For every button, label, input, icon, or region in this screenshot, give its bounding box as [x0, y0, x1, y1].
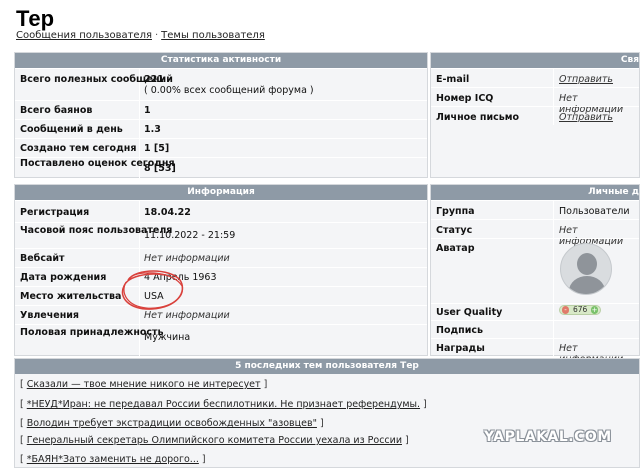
user-posts-link[interactable]: Сообщения пользователя [16, 30, 152, 41]
info-row-birthday: Дата рождения 4 Апрель 1963 [15, 267, 427, 286]
contact-label: Номер ICQ [436, 93, 494, 104]
site-watermark: YAPLAKAL.COM [484, 429, 612, 445]
recent-topics-header: 5 последних тем пользователя Тер [15, 359, 639, 374]
info-label: Увлечения [20, 310, 80, 321]
stats-row-posts: Всего полезных сообщений 221 ( 0.00% все… [15, 68, 427, 100]
stats-value: 1 [5] [144, 143, 170, 154]
contact-row-pm: Личное письмо Отправить [431, 106, 639, 125]
info-label: Вебсайт [20, 253, 65, 264]
topic-link[interactable]: Володин требует экстрадиции освобожденны… [27, 418, 317, 429]
info-row-timezone: Часовой пояс пользователя 11.10.2022 - 2… [15, 222, 427, 248]
personal-label: Статус [436, 225, 473, 236]
avatar [560, 243, 612, 295]
info-value: Нет информации [144, 253, 230, 264]
contact-header: Свя [431, 53, 639, 68]
topic-item: [ Володин требует экстрадиции освобожден… [20, 418, 324, 429]
user-links: Сообщения пользователя · Темы пользователя [16, 30, 265, 41]
info-value: USA [144, 291, 164, 302]
info-value: Нет информации [144, 310, 230, 321]
personal-label: Подпись [436, 325, 484, 336]
info-row-location: Место жительства USA [15, 286, 427, 305]
quality-plus-button[interactable]: + [591, 306, 598, 314]
stats-label: Всего баянов [20, 105, 93, 116]
link-separator: · [154, 30, 159, 41]
stats-row-bayans: Всего баянов 1 [15, 100, 427, 119]
activity-stats-header: Статистика активности [15, 53, 427, 68]
info-value: Мужчина [144, 332, 191, 343]
user-quality-meter: - 676 + [559, 305, 601, 315]
personal-label: Аватар [436, 243, 475, 254]
info-row-hobbies: Увлечения Нет информации [15, 305, 427, 324]
personal-header: Личные д [431, 185, 639, 200]
topic-item: [ *НЕУД*Иран: не передавал России беспил… [20, 399, 427, 410]
info-row-website: Вебсайт Нет информации [15, 248, 427, 267]
info-label: Регистрация [20, 207, 90, 218]
stats-value: 221 [144, 74, 164, 85]
stats-row-topics-today: Создано тем сегодня 1 [5] [15, 138, 427, 157]
stats-value-percent: ( 0.00% всех сообщений форума ) [144, 85, 314, 96]
avatar-head-icon [577, 253, 597, 275]
user-topics-link[interactable]: Темы пользователя [161, 30, 265, 41]
info-value: 4 Апрель 1963 [144, 272, 217, 283]
pm-send-link[interactable]: Отправить [559, 112, 613, 123]
personal-label: User Quality [436, 307, 503, 318]
personal-label: Группа [436, 206, 475, 217]
info-value: 18.04.22 [144, 207, 191, 218]
info-row-registration: Регистрация 18.04.22 [15, 200, 427, 222]
topic-link[interactable]: Генеральный секретарь Олимпийского комит… [27, 435, 402, 446]
info-panel: Информация Регистрация 18.04.22 Часовой … [14, 184, 428, 356]
topic-link[interactable]: Сказали — твое мнение никого не интересу… [27, 379, 261, 390]
recent-topics-panel: 5 последних тем пользователя Тер [ Сказа… [14, 358, 640, 468]
info-row-gender: Половая принадлежность Мужчина [15, 324, 427, 356]
contact-row-icq: Номер ICQ Нет информации [431, 87, 639, 115]
topic-item: [ Генеральный секретарь Олимпийского ком… [20, 435, 409, 446]
personal-value: Пользователи [559, 206, 630, 217]
contact-label: Личное письмо [436, 112, 520, 123]
info-header: Информация [15, 185, 427, 200]
contact-panel: Свя E-mail Отправить Номер ICQ Нет инфор… [430, 52, 640, 178]
personal-row-awards: Награды Нет информации [431, 338, 639, 365]
avatar-body-icon [569, 276, 605, 294]
contact-label: E-mail [436, 74, 470, 85]
stats-label: Создано тем сегодня [20, 143, 137, 154]
topic-item: [ Сказали — твое мнение никого не интере… [20, 379, 268, 390]
personal-row-signature: Подпись [431, 320, 639, 338]
personal-row-group: Группа Пользователи [431, 200, 639, 219]
info-label: Место жительства [20, 291, 122, 302]
personal-label: Награды [436, 343, 485, 354]
personal-row-status: Статус Нет информации [431, 219, 639, 247]
activity-stats-panel: Статистика активности Всего полезных соо… [14, 52, 428, 178]
quality-score: 676 [573, 305, 588, 314]
topic-item: [ *БАЯН*Зато заменить не дорого... ] [20, 454, 206, 465]
info-value: 11.10.2022 - 21:59 [144, 230, 236, 241]
personal-row-quality: User Quality [431, 303, 639, 320]
topic-link[interactable]: *НЕУД*Иран: не передавал России беспилот… [27, 399, 420, 410]
quality-minus-button[interactable]: - [562, 306, 569, 314]
info-label: Дата рождения [20, 272, 107, 283]
page-title: Тер [16, 6, 55, 31]
stats-value: 8 [53] [144, 163, 176, 174]
topic-link[interactable]: *БАЯН*Зато заменить не дорого... [27, 454, 199, 465]
email-send-link[interactable]: Отправить [559, 74, 613, 85]
stats-value: 1 [144, 105, 151, 116]
info-label: Половая принадлежность [20, 327, 164, 338]
stats-label: Сообщений в день [20, 124, 123, 135]
stats-row-ratings-today: Поставлено оценок сегодня 8 [53] [15, 157, 427, 178]
stats-value: 1.3 [144, 124, 161, 135]
contact-row-email: E-mail Отправить [431, 68, 639, 87]
stats-row-per-day: Сообщений в день 1.3 [15, 119, 427, 138]
